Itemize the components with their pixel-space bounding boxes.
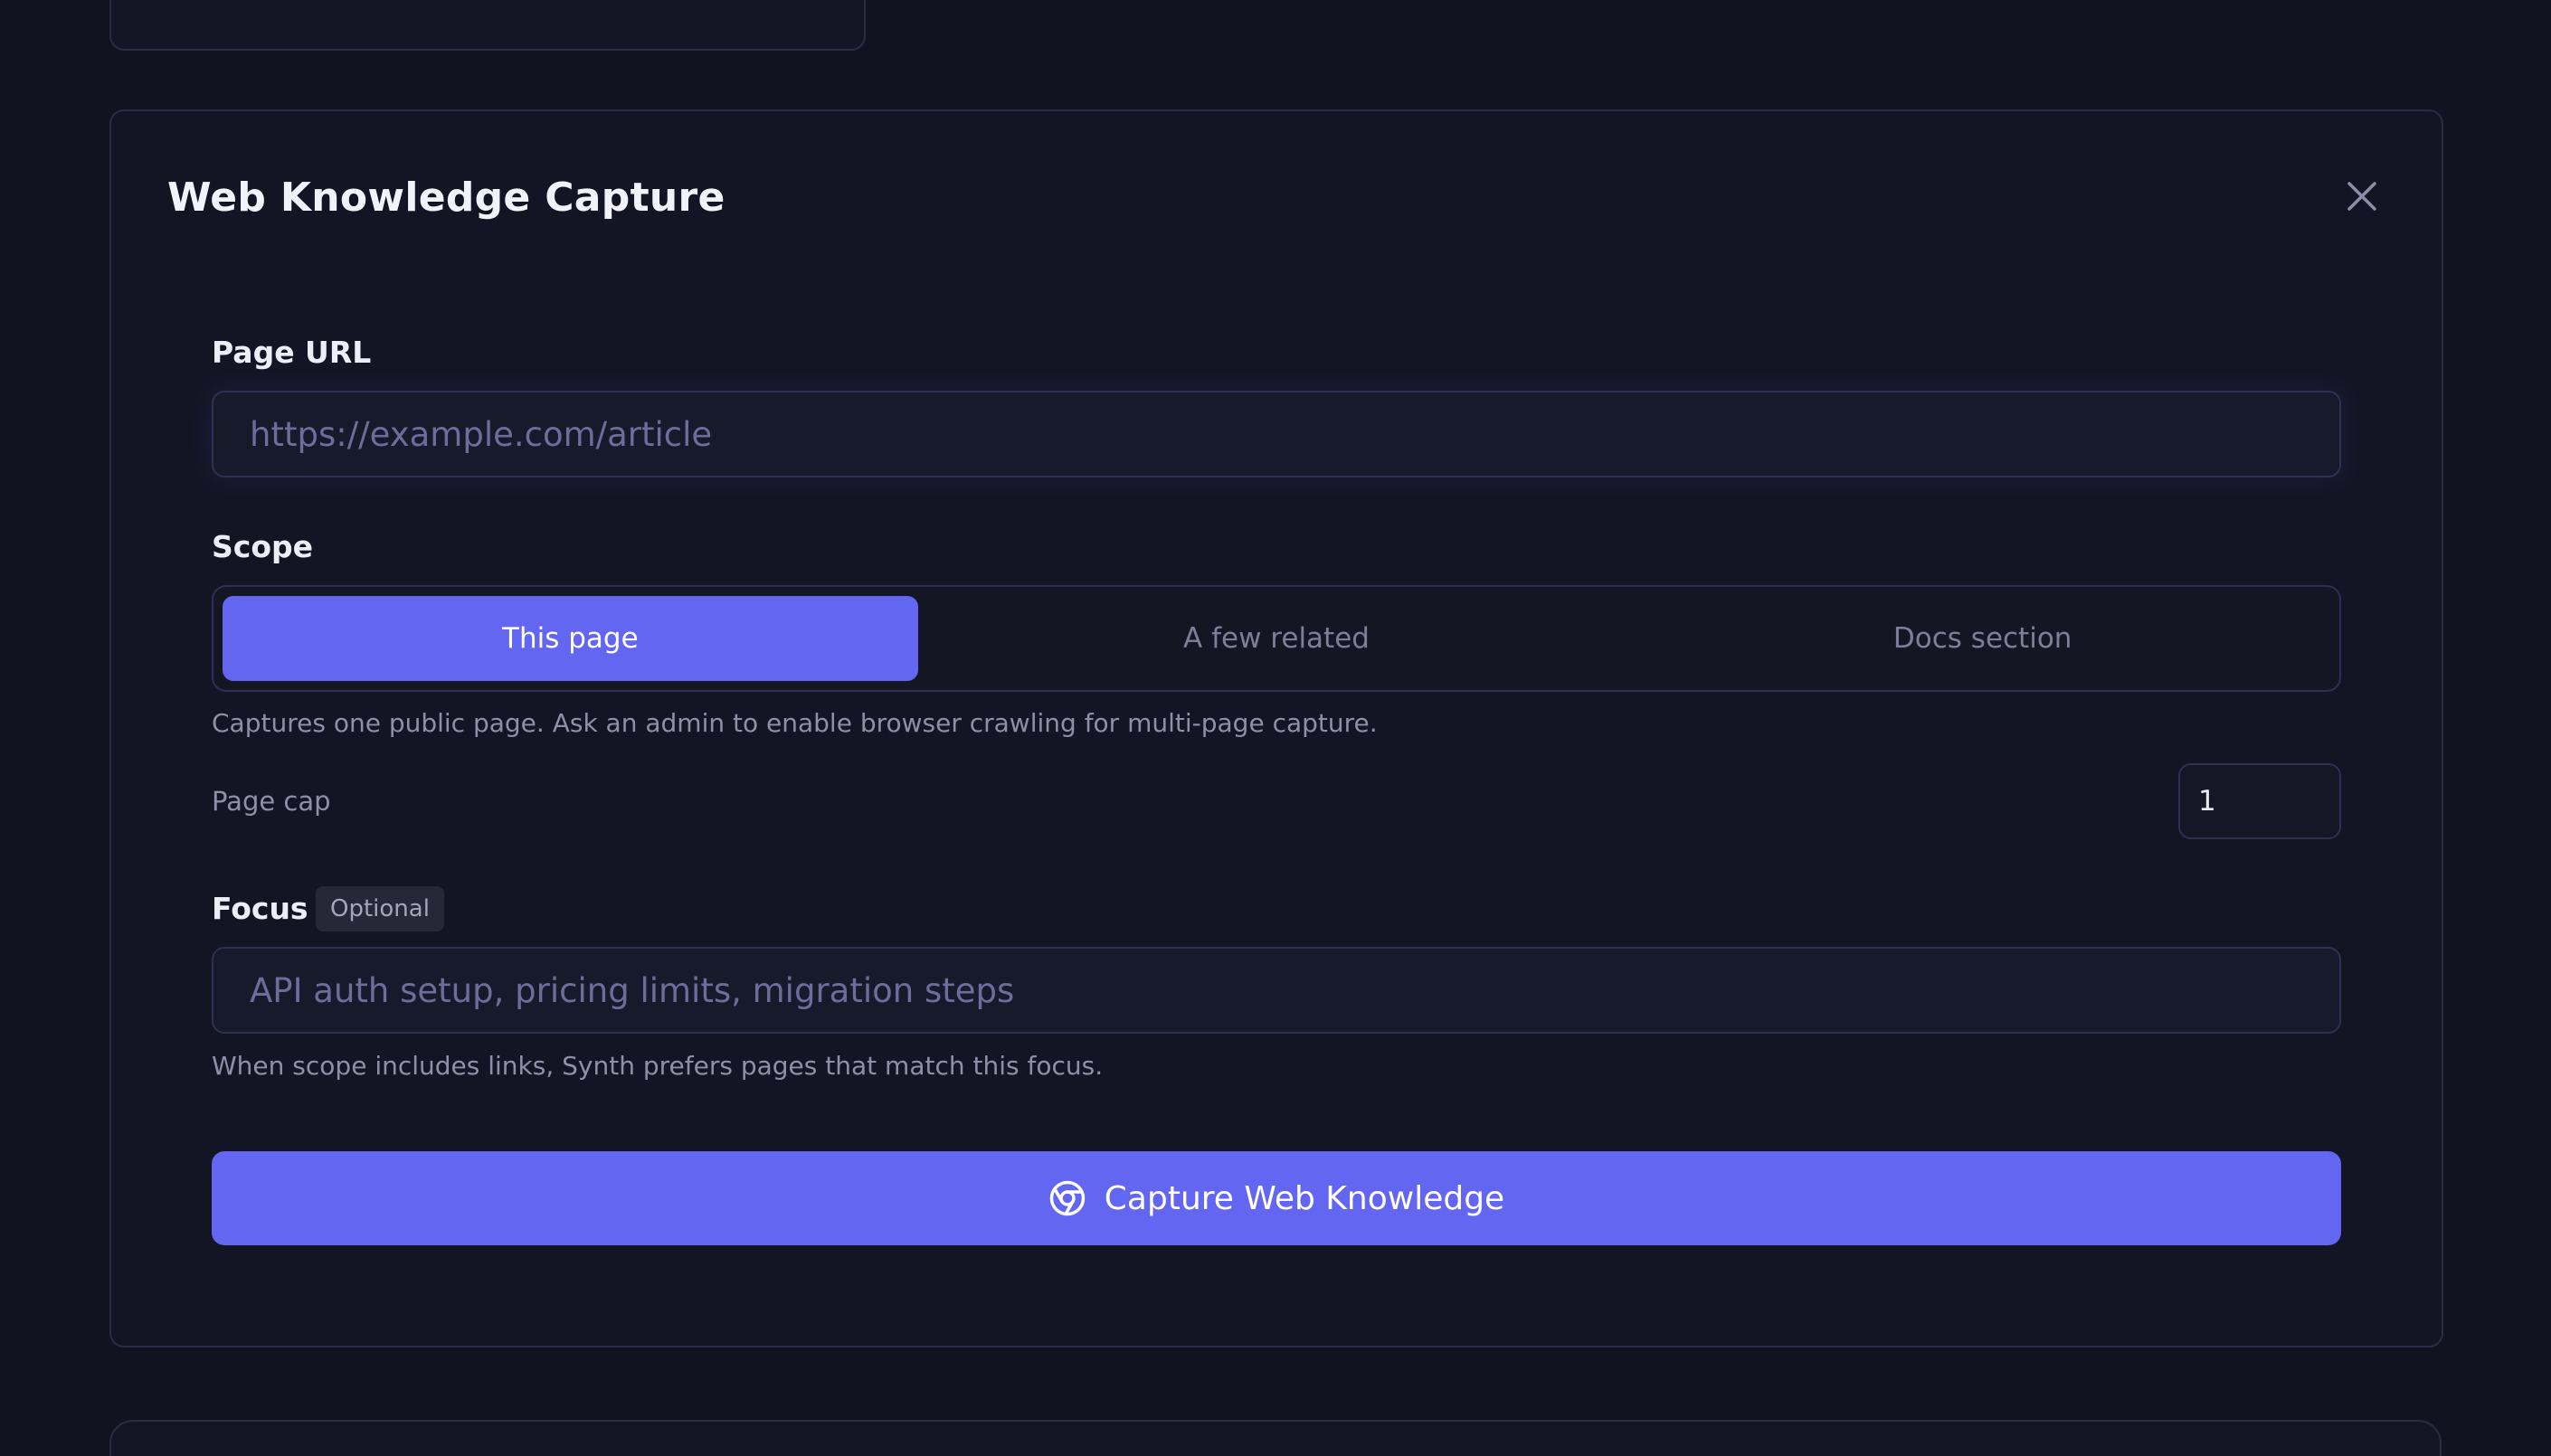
web-knowledge-capture-card: Web Knowledge Capture Page URL Scope Thi… xyxy=(109,109,2443,1347)
capture-web-knowledge-button[interactable]: Capture Web Knowledge xyxy=(212,1151,2341,1245)
scope-label: Scope xyxy=(212,529,314,564)
focus-label: Focus xyxy=(212,891,308,926)
page-cap-input[interactable] xyxy=(2178,763,2341,839)
next-card xyxy=(109,1420,2442,1456)
close-button[interactable] xyxy=(2337,171,2387,222)
focus-input[interactable] xyxy=(212,947,2341,1034)
page-cap-label: Page cap xyxy=(212,786,331,817)
scope-option-docs-section[interactable]: Docs section xyxy=(1635,596,2330,681)
chrome-icon xyxy=(1049,1180,1086,1216)
app-stage: Web Knowledge Capture Page URL Scope Thi… xyxy=(0,0,2551,1456)
page-url-input[interactable] xyxy=(212,391,2341,477)
scope-option-this-page[interactable]: This page xyxy=(223,596,918,681)
optional-badge: Optional xyxy=(316,886,444,931)
previous-card xyxy=(109,0,866,51)
capture-button-label: Capture Web Knowledge xyxy=(1104,1179,1505,1217)
scope-option-a-few-related[interactable]: A few related xyxy=(929,596,1625,681)
focus-help-text: When scope includes links, Synth prefers… xyxy=(212,1051,1104,1081)
card-title: Web Knowledge Capture xyxy=(167,175,725,221)
scope-selector: This page A few related Docs section xyxy=(212,585,2341,692)
scope-help-text: Captures one public page. Ask an admin t… xyxy=(212,708,1378,738)
close-icon xyxy=(2347,182,2376,211)
page-url-label: Page URL xyxy=(212,335,372,370)
